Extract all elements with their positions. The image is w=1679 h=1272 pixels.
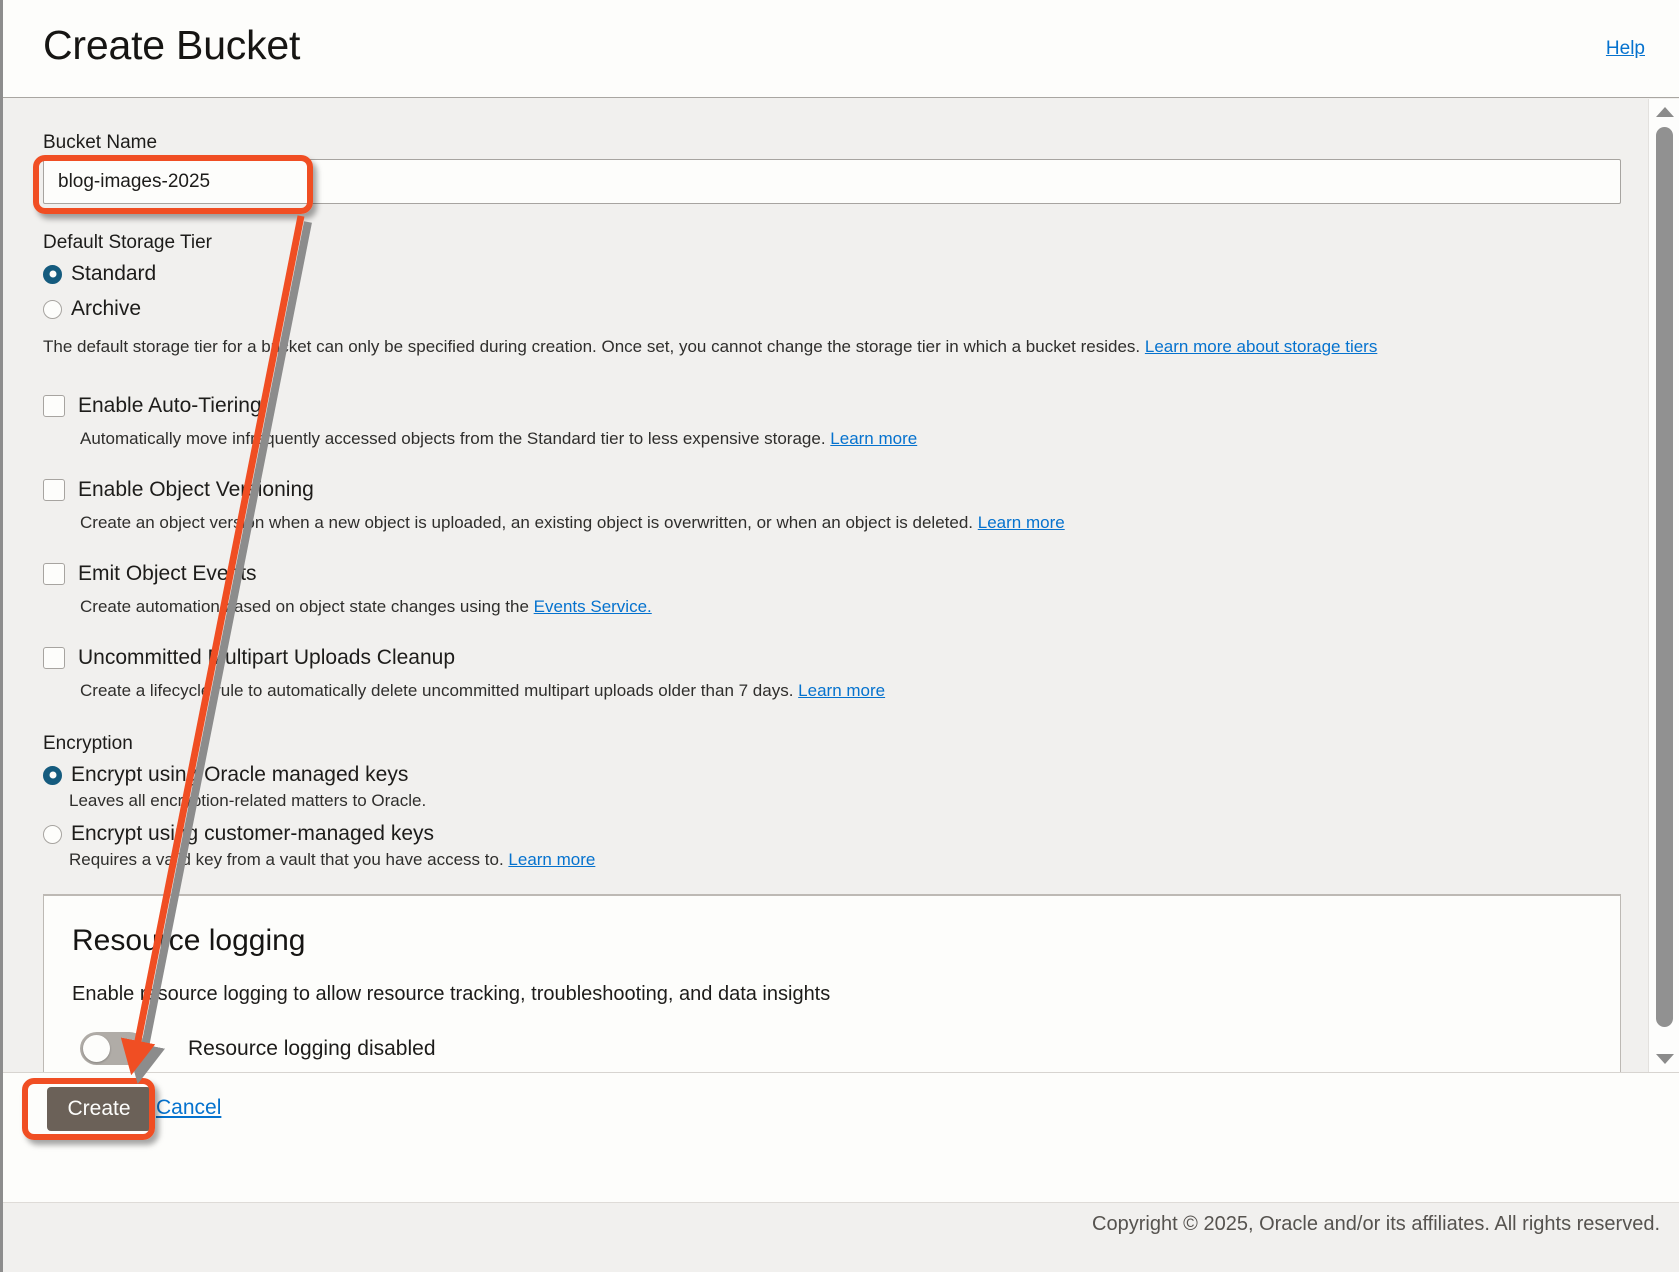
checkbox-enable-auto-tiering-box[interactable] xyxy=(43,395,65,417)
storage-tier-help-text: The default storage tier for a bucket ca… xyxy=(43,337,1141,356)
storage-tier-help: The default storage tier for a bucket ca… xyxy=(43,337,1377,357)
radio-standard[interactable]: Standard xyxy=(43,262,156,286)
multipart-cleanup-learn-more-link[interactable]: Learn more xyxy=(798,681,885,700)
radio-archive[interactable]: Archive xyxy=(43,297,141,321)
help-link[interactable]: Help xyxy=(1606,38,1645,60)
emit-object-events-help: Create automation based on object state … xyxy=(80,597,652,617)
checkbox-enable-auto-tiering-label: Enable Auto-Tiering xyxy=(78,394,262,417)
radio-oracle-managed-keys-label: Encrypt using Oracle managed keys xyxy=(71,763,409,786)
checkbox-enable-object-versioning-label: Enable Object Versioning xyxy=(78,478,314,501)
auto-tiering-learn-more-link[interactable]: Learn more xyxy=(830,429,917,448)
auto-tiering-help-text: Automatically move infrequently accessed… xyxy=(80,429,826,448)
checkbox-multipart-uploads-cleanup-label: Uncommitted Multipart Uploads Cleanup xyxy=(78,646,456,669)
dialog-action-bar: Create Cancel xyxy=(3,1072,1679,1202)
multipart-cleanup-help-text: Create a lifecycle rule to automatically… xyxy=(80,681,794,700)
scroll-up-arrow-icon[interactable] xyxy=(1649,101,1679,123)
radio-archive-indicator[interactable] xyxy=(43,299,62,319)
auto-tiering-help: Automatically move infrequently accessed… xyxy=(80,429,917,449)
checkbox-emit-object-events[interactable]: Emit Object Events xyxy=(43,562,257,586)
resource-logging-toggle-label: Resource logging disabled xyxy=(188,1036,436,1060)
customer-managed-keys-help-text: Requires a valid key from a vault that y… xyxy=(69,850,504,869)
encryption-label: Encryption xyxy=(43,733,133,754)
radio-customer-managed-keys-label: Encrypt using customer-managed keys xyxy=(71,822,434,845)
radio-oracle-managed-keys-indicator[interactable] xyxy=(43,765,62,785)
checkbox-multipart-uploads-cleanup[interactable]: Uncommitted Multipart Uploads Cleanup xyxy=(43,646,455,670)
copyright-text: Copyright © 2025, Oracle and/or its affi… xyxy=(1092,1213,1660,1235)
default-storage-tier-label: Default Storage Tier xyxy=(43,232,212,253)
resource-logging-title: Resource logging xyxy=(72,924,306,957)
object-versioning-help-text: Create an object version when a new obje… xyxy=(80,513,974,532)
emit-object-events-help-text: Create automation based on object state … xyxy=(80,597,529,616)
bucket-name-input[interactable] xyxy=(43,159,1621,204)
object-versioning-help: Create an object version when a new obje… xyxy=(80,513,1065,533)
create-button[interactable]: Create xyxy=(47,1087,151,1131)
resource-logging-toggle-knob xyxy=(83,1035,110,1062)
resource-logging-toggle-row[interactable]: Resource logging disabled xyxy=(80,1032,436,1065)
form-scroll-region: Bucket Name Default Storage Tier Standar… xyxy=(3,99,1651,1072)
radio-standard-indicator[interactable] xyxy=(43,264,62,284)
events-service-link[interactable]: Events Service. xyxy=(534,597,652,616)
oracle-managed-keys-help: Leaves all encryption-related matters to… xyxy=(69,791,426,811)
scrollbar-thumb[interactable] xyxy=(1656,127,1673,1027)
scroll-down-arrow-icon[interactable] xyxy=(1649,1048,1679,1070)
resource-logging-toggle[interactable] xyxy=(80,1032,146,1065)
customer-managed-keys-learn-more-link[interactable]: Learn more xyxy=(508,850,595,869)
bucket-name-label: Bucket Name xyxy=(43,132,158,153)
create-bucket-dialog: Create Bucket Help Bucket Name Default S… xyxy=(0,0,1679,1272)
vertical-scrollbar[interactable] xyxy=(1648,99,1679,1072)
checkbox-emit-object-events-box[interactable] xyxy=(43,563,65,585)
radio-customer-managed-keys-indicator[interactable] xyxy=(43,824,62,844)
radio-customer-managed-keys[interactable]: Encrypt using customer-managed keys xyxy=(43,822,434,846)
radio-standard-label: Standard xyxy=(71,262,157,285)
footer-bar: Copyright © 2025, Oracle and/or its affi… xyxy=(3,1202,1679,1272)
radio-archive-label: Archive xyxy=(71,297,142,320)
page-title: Create Bucket xyxy=(43,22,301,68)
multipart-cleanup-help: Create a lifecycle rule to automatically… xyxy=(80,681,885,701)
resource-logging-subtitle: Enable resource logging to allow resourc… xyxy=(72,983,831,1005)
cancel-button[interactable]: Cancel xyxy=(156,1096,221,1120)
resource-logging-card: Resource logging Enable resource logging… xyxy=(43,894,1621,1072)
checkbox-enable-auto-tiering[interactable]: Enable Auto-Tiering xyxy=(43,394,262,418)
checkbox-emit-object-events-label: Emit Object Events xyxy=(78,562,257,585)
storage-tier-learn-more-link[interactable]: Learn more about storage tiers xyxy=(1145,337,1377,356)
oracle-managed-keys-help-text: Leaves all encryption-related matters to… xyxy=(69,791,427,810)
checkbox-multipart-uploads-cleanup-box[interactable] xyxy=(43,647,65,669)
customer-managed-keys-help: Requires a valid key from a vault that y… xyxy=(69,850,595,870)
dialog-header: Create Bucket Help xyxy=(3,0,1679,98)
checkbox-enable-object-versioning-box[interactable] xyxy=(43,479,65,501)
checkbox-enable-object-versioning[interactable]: Enable Object Versioning xyxy=(43,478,314,502)
object-versioning-learn-more-link[interactable]: Learn more xyxy=(978,513,1065,532)
radio-oracle-managed-keys[interactable]: Encrypt using Oracle managed keys xyxy=(43,763,408,787)
